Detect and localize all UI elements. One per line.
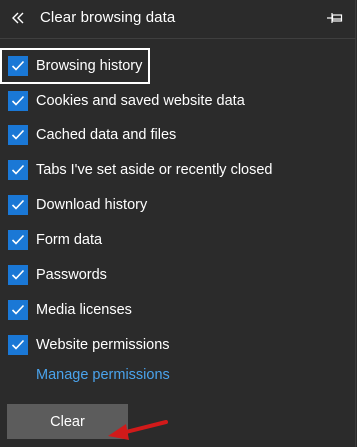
checkmark-icon bbox=[11, 304, 25, 315]
option-label: Cookies and saved website data bbox=[36, 93, 245, 109]
checkmark-icon bbox=[11, 234, 25, 245]
checkbox-checked[interactable] bbox=[8, 335, 28, 355]
option-label: Cached data and files bbox=[36, 127, 177, 143]
checkbox-checked[interactable] bbox=[8, 230, 28, 250]
panel-title: Clear browsing data bbox=[40, 9, 176, 26]
browsing-history-option[interactable]: Browsing history bbox=[0, 48, 151, 84]
checkbox-checked[interactable] bbox=[8, 56, 28, 76]
tabs-set-aside-option[interactable]: Tabs I've set aside or recently closed bbox=[2, 153, 273, 187]
checkmark-icon bbox=[11, 339, 25, 350]
checkmark-icon bbox=[11, 199, 25, 210]
checkbox-checked[interactable] bbox=[8, 300, 28, 320]
option-label: Passwords bbox=[36, 267, 107, 283]
checkbox-checked[interactable] bbox=[8, 91, 28, 111]
option-label: Website permissions bbox=[36, 337, 170, 353]
media-licenses-option[interactable]: Media licenses bbox=[2, 293, 132, 327]
option-label: Media licenses bbox=[36, 302, 132, 318]
option-label: Browsing history bbox=[36, 58, 143, 74]
checkmark-icon bbox=[11, 95, 25, 106]
red-arrow-annotation-icon bbox=[108, 420, 168, 440]
option-label: Tabs I've set aside or recently closed bbox=[36, 162, 273, 178]
pin-icon bbox=[327, 13, 343, 23]
cached-data-option[interactable]: Cached data and files bbox=[2, 118, 176, 152]
option-label: Form data bbox=[36, 232, 103, 248]
checkmark-icon bbox=[11, 164, 25, 175]
checkmark-icon bbox=[11, 129, 25, 140]
panel-header: Clear browsing data bbox=[0, 0, 356, 38]
checkbox-checked[interactable] bbox=[8, 265, 28, 285]
clear-browsing-data-panel: Clear browsing data Browsing history Coo… bbox=[0, 0, 356, 447]
passwords-option[interactable]: Passwords bbox=[2, 258, 107, 292]
back-button[interactable] bbox=[8, 8, 28, 28]
checkbox-checked[interactable] bbox=[8, 195, 28, 215]
manage-permissions-link[interactable]: Manage permissions bbox=[36, 367, 170, 383]
checkbox-checked[interactable] bbox=[8, 160, 28, 180]
checkbox-checked[interactable] bbox=[8, 125, 28, 145]
checkmark-icon bbox=[11, 269, 25, 280]
pin-button[interactable] bbox=[324, 8, 346, 28]
website-permissions-option[interactable]: Website permissions bbox=[2, 328, 170, 362]
form-data-option[interactable]: Form data bbox=[2, 223, 102, 257]
header-divider bbox=[0, 38, 356, 39]
checkmark-icon bbox=[11, 60, 25, 71]
download-history-option[interactable]: Download history bbox=[2, 188, 147, 222]
option-label: Download history bbox=[36, 197, 148, 213]
cookies-option[interactable]: Cookies and saved website data bbox=[2, 84, 245, 118]
double-chevron-left-icon bbox=[12, 12, 24, 24]
